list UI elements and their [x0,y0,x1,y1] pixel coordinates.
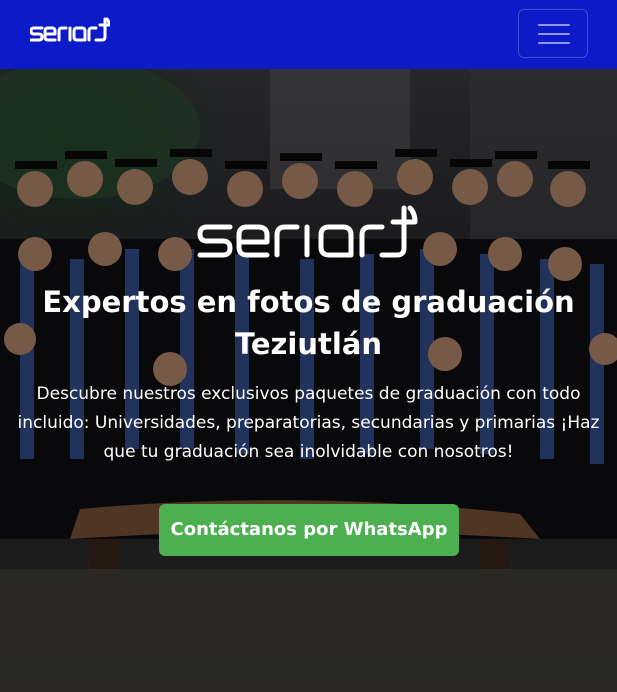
hero-section: Expertos en fotos de graduación Teziutlá… [0,69,617,692]
hamburger-bar [538,33,570,35]
hamburger-bar [538,42,570,44]
seriart-hero-logo [197,205,418,258]
hero-description: Descubre nuestros exclusivos paquetes de… [17,384,600,462]
whatsapp-contact-button[interactable]: Contáctanos por WhatsApp [159,504,459,556]
navbar-toggle-button[interactable] [518,9,588,58]
hero-title-line2: Teziutlán [234,327,383,361]
hero-title: Expertos en fotos de graduación Teziutlá… [0,281,617,365]
top-navbar [0,0,617,69]
hamburger-menu-icon [538,24,570,26]
hero-title-line1: Expertos en fotos de graduación [42,285,575,319]
seriart-logo[interactable] [30,16,110,42]
